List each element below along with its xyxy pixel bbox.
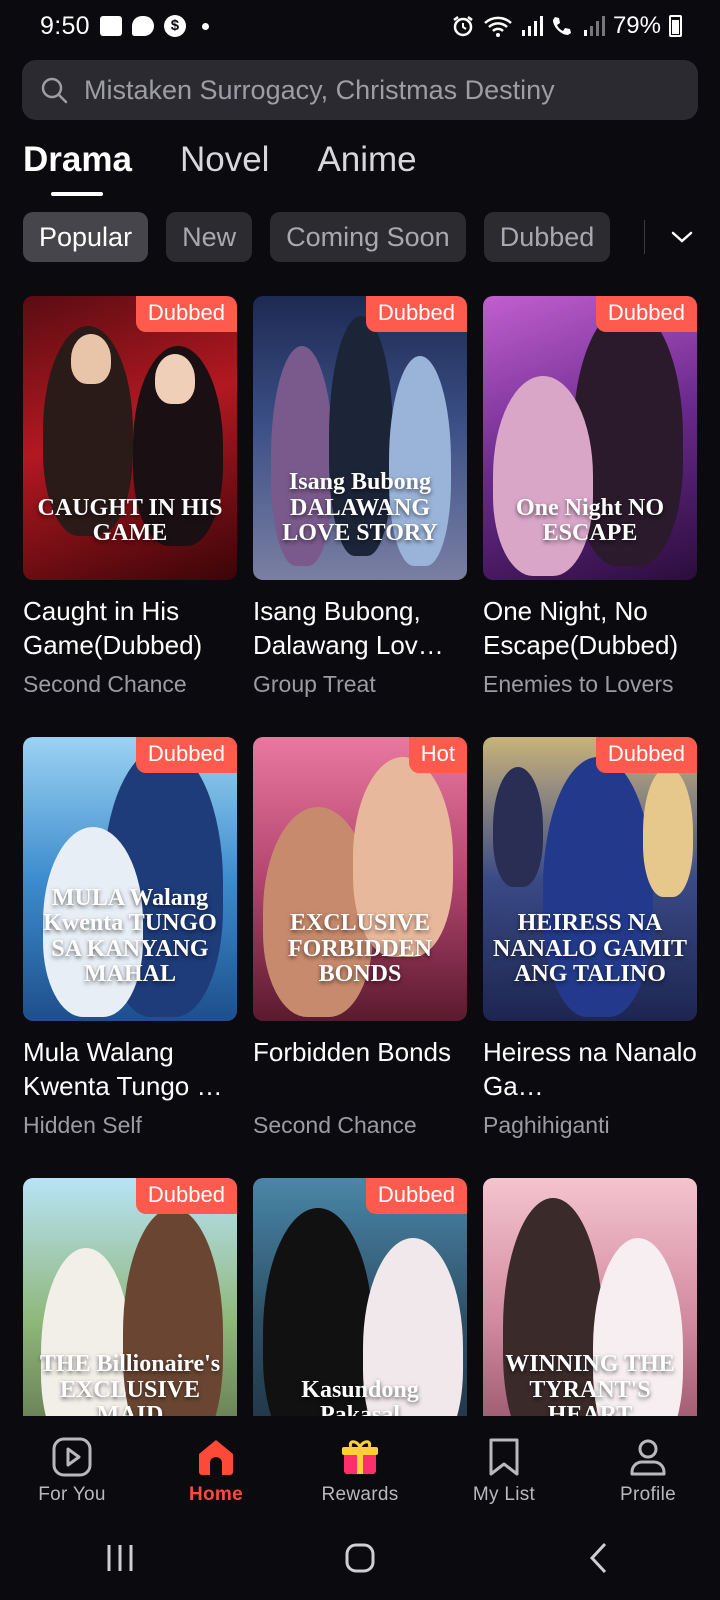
call-icon — [552, 17, 571, 35]
poster-title: MULA Walang Kwenta TUNGO SA KANYANG MAHA… — [43, 885, 217, 987]
drama-card[interactable]: Isang Bubong DALAWANG LOVE STORY Dubbed … — [253, 296, 467, 698]
card-title: Isang Bubong, Dalawang Lov… — [253, 596, 444, 660]
chevron-down-icon — [671, 231, 693, 243]
dubbed-badge: Dubbed — [595, 296, 697, 332]
poster-image: Kasundong Pakasal Dubbed — [253, 1178, 467, 1416]
card-title: Caught in His Game(Dubbed) — [23, 596, 203, 660]
nav-home[interactable]: Home — [144, 1416, 288, 1516]
poster-title: Kasundong Pakasal — [301, 1376, 419, 1416]
poster-title: Isang Bubong DALAWANG LOVE STORY — [282, 469, 438, 546]
drama-card[interactable]: EXCLUSIVE FORBIDDEN BONDS Hot Forbidden … — [253, 737, 467, 1139]
nav-label: Home — [189, 1484, 243, 1505]
poster-image: EXCLUSIVE FORBIDDEN BONDS Hot — [253, 737, 467, 1021]
filter-new[interactable]: New — [166, 212, 253, 262]
drama-card[interactable]: HEIRESS NA NANALO GAMIT ANG TALINO Dubbe… — [483, 737, 697, 1139]
dubbed-badge: Dubbed — [135, 737, 237, 773]
filter-coming-soon[interactable]: Coming Soon — [270, 212, 466, 262]
alarm-icon — [453, 16, 473, 37]
dubbed-badge: Dubbed — [365, 296, 467, 332]
drama-card[interactable]: CAUGHT IN HIS GAME Dubbed Caught in His … — [23, 296, 237, 698]
poster-title: HEIRESS NA NANALO GAMIT ANG TALINO — [492, 910, 687, 987]
poster-title: THE Billionaire's EXCLUSIVE MAID — [39, 1351, 221, 1416]
nav-label: For You — [38, 1484, 106, 1505]
drama-card[interactable]: Kasundong Pakasal Dubbed — [253, 1178, 467, 1416]
search-bar[interactable]: Mistaken Surrogacy, Christmas Destiny — [22, 60, 698, 120]
dubbed-badge: Dubbed — [365, 1178, 467, 1214]
clock: 9:50 — [40, 11, 90, 40]
poster-title: CAUGHT IN HIS GAME — [37, 494, 223, 546]
home-icon — [199, 1440, 233, 1475]
gallery-notification-icon — [99, 16, 122, 36]
drama-card[interactable]: One Night NO ESCAPE Dubbed One Night, No… — [483, 296, 697, 698]
tab-anime[interactable]: Anime — [317, 140, 416, 180]
card-genre: Second Chance — [23, 671, 187, 697]
nav-label: Profile — [620, 1484, 676, 1505]
drama-grid: CAUGHT IN HIS GAME Dubbed Caught in His … — [0, 280, 720, 1416]
poster-image: MULA Walang Kwenta TUNGO SA KANYANG MAHA… — [23, 737, 237, 1021]
chips-divider — [644, 220, 645, 254]
coin-notification-icon: $ — [163, 15, 186, 37]
filter-popular[interactable]: Popular — [23, 212, 149, 262]
play-square-icon — [52, 1437, 92, 1477]
drama-card[interactable]: THE Billionaire's EXCLUSIVE MAID Dubbed — [23, 1178, 237, 1416]
nav-label: Rewards — [321, 1484, 399, 1505]
card-genre: Enemies to Lovers — [483, 671, 674, 697]
tab-novel[interactable]: Novel — [180, 140, 269, 180]
battery-icon — [669, 15, 682, 37]
signal-2-icon — [583, 16, 605, 36]
filter-dubbed[interactable]: Dubbed — [483, 212, 611, 262]
dubbed-badge: Dubbed — [135, 1178, 237, 1214]
poster-image: Isang Bubong DALAWANG LOVE STORY Dubbed — [253, 296, 467, 580]
person-icon — [630, 1439, 666, 1476]
recent-apps-icon[interactable] — [103, 1541, 137, 1575]
poster-image: THE Billionaire's EXCLUSIVE MAID Dubbed — [23, 1178, 237, 1416]
card-genre: Group Treat — [253, 671, 376, 697]
drama-card[interactable]: MULA Walang Kwenta TUNGO SA KANYANG MAHA… — [23, 737, 237, 1139]
filter-chips: Popular New Coming Soon Dubbed — [23, 212, 720, 262]
message-notification-icon — [131, 16, 154, 36]
nav-profile[interactable]: Profile — [576, 1416, 720, 1516]
more-notifications-icon — [201, 22, 209, 30]
card-genre: Second Chance — [253, 1112, 417, 1138]
poster-title: One Night NO ESCAPE — [515, 494, 664, 546]
filter-expand-button[interactable] — [644, 212, 720, 262]
bottom-navigation: For You Home Rewards My List Profile — [0, 1416, 720, 1516]
drama-card[interactable]: WINNING THE TYRANT'S HEART — [483, 1178, 697, 1416]
card-title: Heiress na Nanalo Ga… — [483, 1037, 697, 1101]
tab-drama[interactable]: Drama — [23, 140, 132, 196]
signal-icon — [521, 16, 543, 36]
card-genre: Paghihiganti — [483, 1112, 610, 1138]
card-title: Mula Walang Kwenta Tungo … — [23, 1037, 223, 1101]
poster-image: WINNING THE TYRANT'S HEART — [483, 1178, 697, 1416]
back-icon[interactable] — [583, 1541, 617, 1575]
dubbed-badge: Dubbed — [135, 296, 237, 332]
card-genre: Hidden Self — [23, 1112, 142, 1138]
nav-rewards[interactable]: Rewards — [288, 1416, 432, 1516]
card-title: One Night, No Escape(Dubbed) — [483, 596, 679, 660]
content-type-tabs: Drama Novel Anime — [23, 140, 417, 196]
hot-badge: Hot — [408, 737, 467, 773]
nav-my-list[interactable]: My List — [432, 1416, 576, 1516]
battery-percent: 79% — [612, 12, 661, 39]
status-bar: 9:50 $ 79% — [0, 0, 720, 52]
poster-image: One Night NO ESCAPE Dubbed — [483, 296, 697, 580]
gift-icon — [342, 1440, 378, 1474]
poster-title: EXCLUSIVE FORBIDDEN BONDS — [287, 910, 432, 987]
bookmark-icon — [489, 1438, 519, 1476]
home-button-icon[interactable] — [343, 1541, 377, 1575]
wifi-icon — [484, 16, 512, 37]
nav-label: My List — [472, 1484, 536, 1505]
dubbed-badge: Dubbed — [595, 737, 697, 773]
poster-title: WINNING THE TYRANT'S HEART — [505, 1351, 675, 1416]
search-icon — [41, 77, 68, 104]
system-navigation-bar — [0, 1516, 720, 1600]
poster-image: HEIRESS NA NANALO GAMIT ANG TALINO Dubbe… — [483, 737, 697, 1021]
poster-image: CAUGHT IN HIS GAME Dubbed — [23, 296, 237, 580]
nav-for-you[interactable]: For You — [0, 1416, 144, 1516]
search-placeholder: Mistaken Surrogacy, Christmas Destiny — [84, 74, 555, 105]
card-title: Forbidden Bonds — [253, 1037, 452, 1067]
